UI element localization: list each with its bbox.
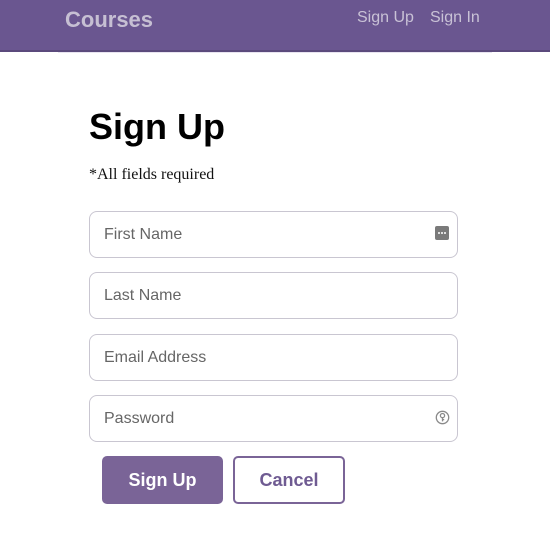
page-title: Sign Up	[89, 106, 225, 147]
last-name-field[interactable]	[89, 272, 458, 319]
email-field[interactable]	[89, 334, 458, 381]
sign-up-button[interactable]: Sign Up	[102, 456, 223, 504]
required-fields-note: *All fields required	[89, 166, 215, 183]
autofill-contact-icon[interactable]	[435, 226, 449, 240]
password-field[interactable]	[89, 395, 458, 442]
brand-link[interactable]: Courses	[65, 7, 153, 33]
first-name-field[interactable]	[89, 211, 458, 258]
nav-sign-up-link[interactable]: Sign Up	[357, 9, 414, 27]
top-navbar: Courses Sign Up Sign In	[0, 0, 550, 53]
password-key-icon[interactable]	[435, 410, 450, 425]
cancel-button[interactable]: Cancel	[233, 456, 345, 504]
nav-sign-in-link[interactable]: Sign In	[430, 9, 480, 27]
